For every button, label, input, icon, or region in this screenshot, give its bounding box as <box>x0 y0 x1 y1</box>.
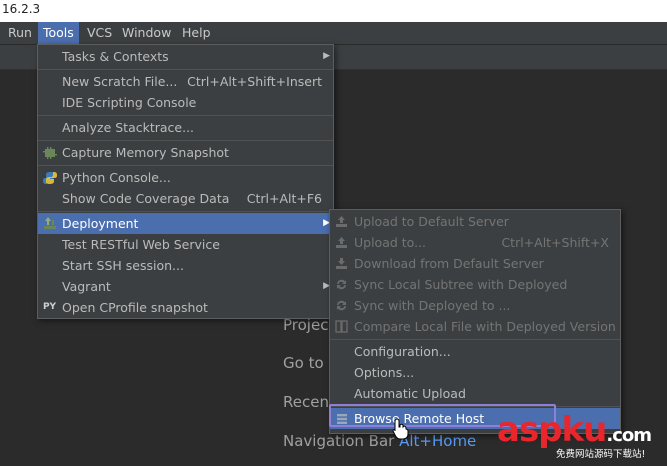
upload-icon <box>334 235 349 250</box>
deploy-item-sync-subtree[interactable]: Sync Local Subtree with Deployed <box>330 274 620 295</box>
window-title: 16.2.3 <box>2 2 41 16</box>
python-profile-icon: PY <box>42 302 57 312</box>
compare-icon <box>334 319 349 334</box>
deploy-item-download-default[interactable]: Download from Default Server <box>330 253 620 274</box>
menu-tools[interactable]: Tools <box>38 22 79 44</box>
hint-recent: Recen <box>283 393 329 411</box>
sync-icon <box>334 298 349 313</box>
upload-icon <box>334 214 349 229</box>
watermark-tagline: 免费网站源码下载站! <box>556 446 646 460</box>
menu-vcs[interactable]: VCS <box>82 22 117 44</box>
deploy-item-upload-default[interactable]: Upload to Default Server <box>330 211 620 232</box>
tools-item-ide-scripting-console[interactable]: IDE Scripting Console <box>38 92 333 113</box>
python-icon <box>42 170 57 185</box>
menu-separator <box>330 339 620 340</box>
tools-item-deployment[interactable]: Deployment ▶ <box>38 213 333 234</box>
tools-item-open-cprofile[interactable]: PY Open CProfile snapshot <box>38 297 333 318</box>
hint-navbar-key: Alt+Home <box>399 432 477 450</box>
deploy-item-upload-to[interactable]: Upload to... Ctrl+Alt+Shift+X <box>330 232 620 253</box>
memory-icon <box>42 145 57 160</box>
tools-item-python-console[interactable]: Python Console... <box>38 167 333 188</box>
tools-item-vagrant[interactable]: Vagrant ▶ <box>38 276 333 297</box>
menu-separator <box>38 211 333 212</box>
menu-separator <box>38 165 333 166</box>
hint-goto: Go to <box>283 354 324 372</box>
menu-run[interactable]: Run <box>3 22 37 44</box>
menu-help[interactable]: Help <box>177 22 216 44</box>
deploy-item-automatic-upload[interactable]: Automatic Upload <box>330 383 620 404</box>
deploy-item-options[interactable]: Options... <box>330 362 620 383</box>
tools-item-test-restful[interactable]: Test RESTful Web Service <box>38 234 333 255</box>
watermark-logo: aspku.com <box>497 410 652 450</box>
deploy-item-compare[interactable]: Compare Local File with Deployed Version <box>330 316 620 337</box>
sync-icon <box>334 277 349 292</box>
tools-item-new-scratch-file[interactable]: New Scratch File... Ctrl+Alt+Shift+Inser… <box>38 71 333 92</box>
tools-menu: Tasks & Contexts ▶ New Scratch File... C… <box>37 44 334 319</box>
deploy-item-sync-deployed[interactable]: Sync with Deployed to ... <box>330 295 620 316</box>
menu-bar: Run Tools VCS Window Help <box>0 22 667 45</box>
deployment-submenu: Upload to Default Server Upload to... Ct… <box>329 209 621 434</box>
hand-cursor-icon <box>392 418 410 443</box>
menu-separator <box>38 69 333 70</box>
tools-item-analyze-stacktrace[interactable]: Analyze Stacktrace... <box>38 117 333 138</box>
deployment-icon <box>42 216 57 231</box>
menu-window[interactable]: Window <box>117 22 176 44</box>
deploy-item-configuration[interactable]: Configuration... <box>330 341 620 362</box>
menu-separator <box>38 140 333 141</box>
tools-item-tasks-contexts[interactable]: Tasks & Contexts ▶ <box>38 46 333 67</box>
tools-item-capture-memory-snapshot[interactable]: Capture Memory Snapshot <box>38 142 333 163</box>
tools-item-show-code-coverage[interactable]: Show Code Coverage Data Ctrl+Alt+F6 <box>38 188 333 209</box>
tools-item-start-ssh[interactable]: Start SSH session... <box>38 255 333 276</box>
window-title-bar: 16.2.3 <box>0 0 667 22</box>
submenu-arrow-icon: ▶ <box>323 51 330 61</box>
hint-navigation-bar: Navigation Bar Alt+Home <box>283 432 476 450</box>
hint-navbar-label: Navigation Bar <box>283 432 395 450</box>
menu-separator <box>38 115 333 116</box>
download-icon <box>334 256 349 271</box>
